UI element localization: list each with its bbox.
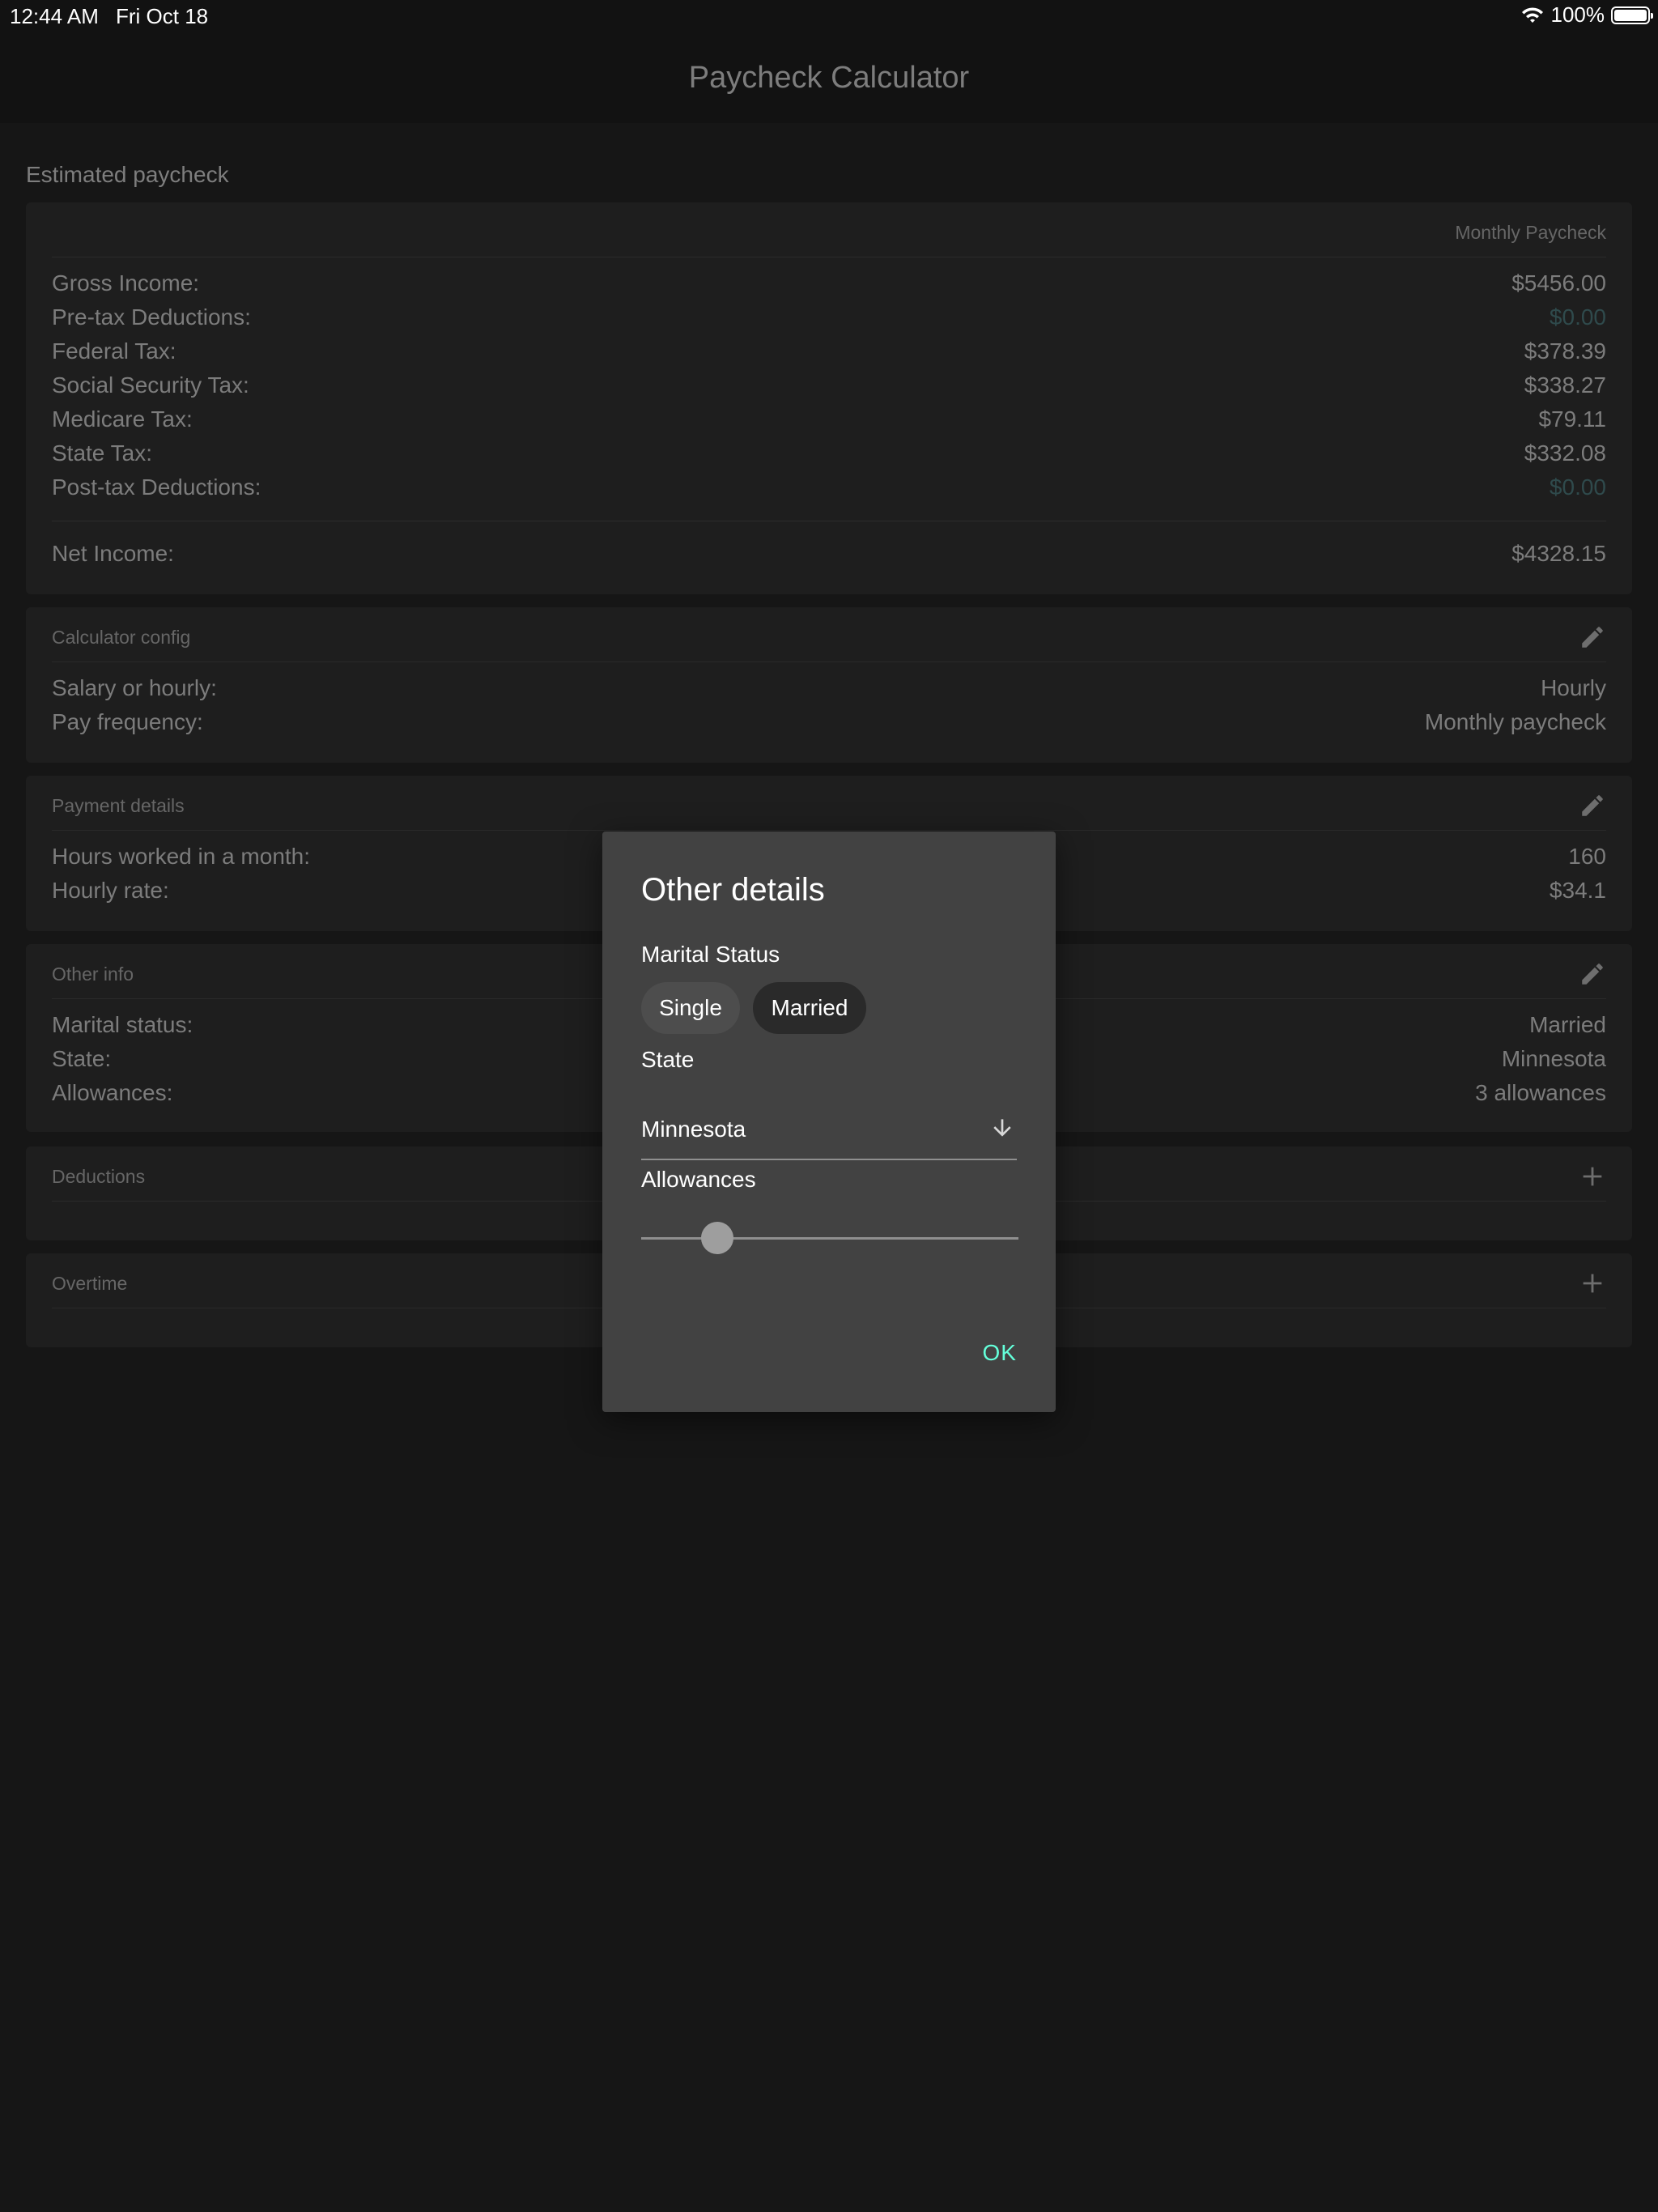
other-details-dialog: Other details Marital Status Single Marr…: [602, 832, 1056, 1412]
state-select[interactable]: Minnesota: [641, 1091, 1017, 1160]
row-gross-income: Gross Income: $5456.00: [52, 270, 1606, 303]
card-title: Other info: [52, 963, 134, 985]
row-label: Pre-tax Deductions:: [52, 304, 251, 330]
row-pay-frequency: Pay frequency: Monthly paycheck: [52, 709, 1606, 742]
row-label: Hours worked in a month:: [52, 844, 311, 869]
card-header: Monthly Paycheck: [52, 202, 1606, 257]
row-medicare-tax: Medicare Tax: $79.11: [52, 406, 1606, 439]
row-net-income: Net Income: $4328.15: [52, 541, 1606, 573]
row-value: $0.00: [1549, 304, 1606, 330]
row-label: Hourly rate:: [52, 878, 169, 903]
section-label-estimated: Estimated paycheck: [26, 162, 229, 187]
row-label: Net Income:: [52, 541, 174, 566]
card-header: Calculator config: [52, 607, 1606, 662]
chip-married[interactable]: Married: [753, 982, 866, 1034]
row-value: $378.39: [1524, 338, 1606, 364]
card-title: Calculator config: [52, 627, 191, 648]
calculator-config-card: Calculator config Salary or hourly: Hour…: [26, 607, 1632, 763]
row-value: Minnesota: [1501, 1046, 1606, 1071]
row-label: Medicare Tax:: [52, 406, 193, 432]
row-state-tax: State Tax: $332.08: [52, 440, 1606, 473]
row-label: Post-tax Deductions:: [52, 474, 261, 500]
navigation-bar: Paycheck Calculator: [0, 32, 1658, 123]
row-value: $0.00: [1549, 474, 1606, 500]
row-posttax-deductions: Post-tax Deductions: $0.00: [52, 474, 1606, 507]
card-title: Overtime: [52, 1273, 128, 1294]
row-label: Marital status:: [52, 1012, 193, 1037]
row-value: $338.27: [1524, 372, 1606, 398]
row-value: 160: [1568, 844, 1606, 869]
row-value: Monthly paycheck: [1424, 709, 1606, 734]
pencil-icon[interactable]: [1579, 960, 1606, 988]
plus-icon[interactable]: [1579, 1270, 1606, 1297]
slider-thumb[interactable]: [700, 1222, 733, 1254]
row-label: Social Security Tax:: [52, 372, 249, 398]
row-label: Federal Tax:: [52, 338, 176, 364]
state-label: State: [641, 1047, 695, 1072]
row-pretax-deductions: Pre-tax Deductions: $0.00: [52, 304, 1606, 337]
slider-track: [641, 1237, 1018, 1240]
arrow-down-icon: [993, 1119, 1011, 1137]
dialog-title: Other details: [641, 872, 825, 908]
row-value: Hourly: [1541, 675, 1606, 700]
row-value: $4328.15: [1511, 541, 1606, 566]
card-header: Payment details: [52, 776, 1606, 831]
row-value: $5456.00: [1511, 270, 1606, 296]
row-social-security-tax: Social Security Tax: $338.27: [52, 372, 1606, 405]
card-title: Deductions: [52, 1166, 146, 1187]
row-value: $79.11: [1538, 406, 1606, 432]
row-value: $332.08: [1524, 440, 1606, 466]
row-label: Pay frequency:: [52, 709, 203, 734]
wifi-icon: [1521, 6, 1543, 23]
status-bar: 12:44 AM Fri Oct 18 100%: [0, 0, 1658, 32]
row-value: $34.1: [1549, 878, 1606, 903]
chip-single[interactable]: Single: [641, 982, 740, 1034]
allowances-label: Allowances: [641, 1167, 756, 1192]
row-salary-or-hourly: Salary or hourly: Hourly: [52, 675, 1606, 708]
card-title: Payment details: [52, 795, 185, 816]
row-federal-tax: Federal Tax: $378.39: [52, 338, 1606, 371]
row-label: State:: [52, 1046, 112, 1071]
page-title: Paycheck Calculator: [688, 60, 970, 95]
row-label: Gross Income:: [52, 270, 200, 296]
row-label: State Tax:: [52, 440, 153, 466]
row-label: Allowances:: [52, 1080, 173, 1105]
marital-status-label: Marital Status: [641, 942, 780, 967]
battery-icon: [1611, 6, 1653, 24]
status-time: 12:44 AM: [10, 4, 99, 28]
column-header: Monthly Paycheck: [1455, 222, 1606, 243]
status-right: 100%: [1520, 2, 1653, 28]
ok-button[interactable]: OK: [983, 1340, 1017, 1366]
estimated-paycheck-card: Monthly Paycheck Gross Income: $5456.00 …: [26, 202, 1632, 594]
state-select-value: Minnesota: [641, 1117, 746, 1142]
battery-percent: 100%: [1550, 2, 1605, 27]
allowances-slider[interactable]: [641, 1222, 1018, 1254]
pencil-icon[interactable]: [1579, 623, 1606, 651]
row-label: Salary or hourly:: [52, 675, 217, 700]
row-value: 3 allowances: [1475, 1080, 1606, 1105]
plus-icon[interactable]: [1579, 1163, 1606, 1190]
pencil-icon[interactable]: [1579, 792, 1606, 819]
row-value: Married: [1529, 1012, 1606, 1037]
status-date: Fri Oct 18: [116, 4, 209, 28]
